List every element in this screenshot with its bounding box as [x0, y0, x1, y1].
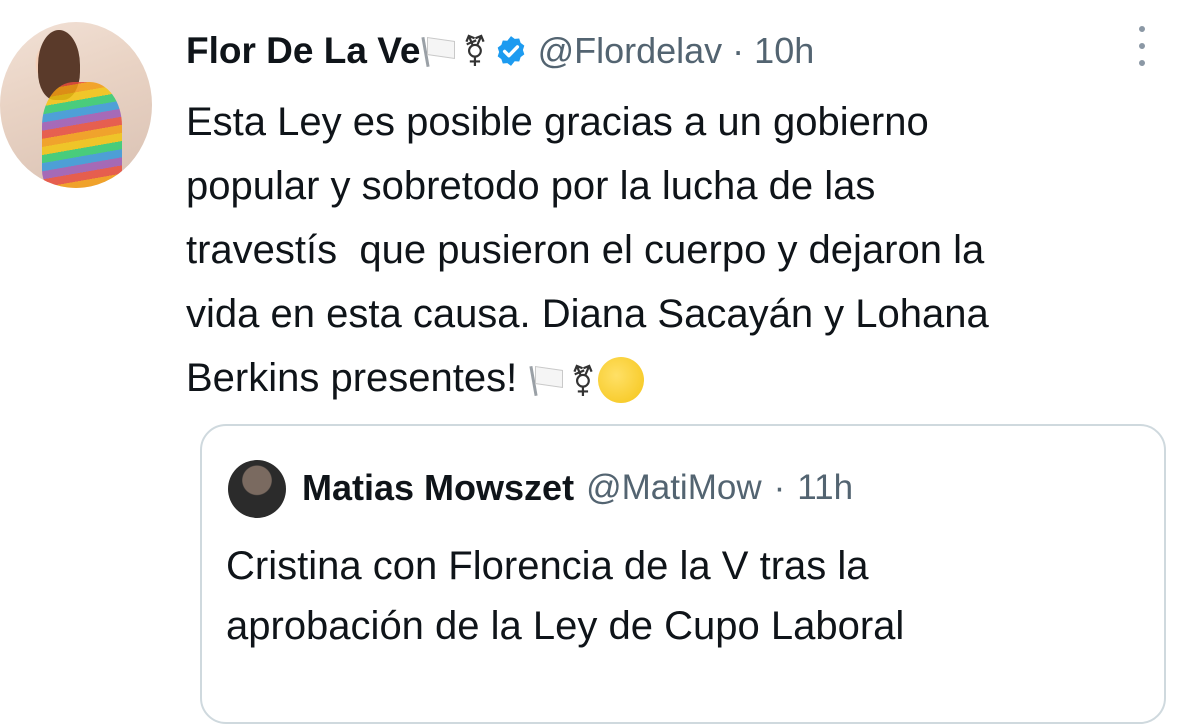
white-flag-icon: [529, 364, 566, 397]
tweet-header: Flor De La Ve ⚧ @Flordelav · 10h: [186, 24, 814, 78]
white-flag-icon: [421, 35, 458, 68]
author-avatar[interactable]: [0, 22, 152, 188]
tweet-body-line: travestís que pusieron el cuerpo y dejar…: [186, 228, 985, 272]
quoted-author-name[interactable]: Matias Mowszet: [302, 467, 574, 509]
quoted-author-avatar[interactable]: [228, 460, 286, 518]
tweet-body-last-line: Berkins presentes! ⚧: [186, 346, 1176, 414]
author-handle[interactable]: @Flordelav: [538, 30, 723, 72]
tweet-body: Esta Ley es posible gracias a un gobiern…: [186, 90, 1176, 414]
tweet-body-line: vida en esta causa. Diana Sacayán y Loha…: [186, 292, 989, 336]
quoted-tweet-header: Matias Mowszet @MatiMow · 11h: [302, 462, 853, 514]
quoted-author-handle[interactable]: @MatiMow: [586, 468, 762, 508]
verified-badge-icon: [497, 36, 524, 66]
quoted-tweet[interactable]: Matias Mowszet @MatiMow · 11h Cristina c…: [200, 424, 1166, 724]
quoted-tweet-time[interactable]: 11h: [797, 468, 853, 508]
quoted-tweet-body: Cristina con Florencia de la V tras la a…: [226, 536, 1146, 656]
transgender-symbol-icon: ⚧: [570, 364, 596, 399]
tweet-time[interactable]: 10h: [754, 30, 814, 72]
avatar-dress: [42, 82, 122, 188]
more-options-icon[interactable]: [1130, 26, 1154, 66]
tweet-body-line: Berkins presentes!: [186, 356, 518, 400]
tweet[interactable]: Flor De La Ve ⚧ @Flordelav · 10h Esta Le…: [0, 0, 1200, 724]
tweet-body-line: popular y sobretodo por la lucha de las: [186, 164, 876, 208]
raised-fist-icon: [597, 357, 644, 404]
quoted-body-line: aprobación de la Ley de Cupo Laboral: [226, 604, 905, 648]
author-name[interactable]: Flor De La Ve: [186, 30, 420, 72]
transgender-symbol-icon: ⚧: [462, 33, 488, 69]
quoted-body-line: Cristina con Florencia de la V tras la: [226, 544, 869, 588]
separator-dot: ·: [732, 30, 745, 71]
tweet-body-line: Esta Ley es posible gracias a un gobiern…: [186, 100, 929, 144]
separator-dot: ·: [773, 468, 786, 507]
